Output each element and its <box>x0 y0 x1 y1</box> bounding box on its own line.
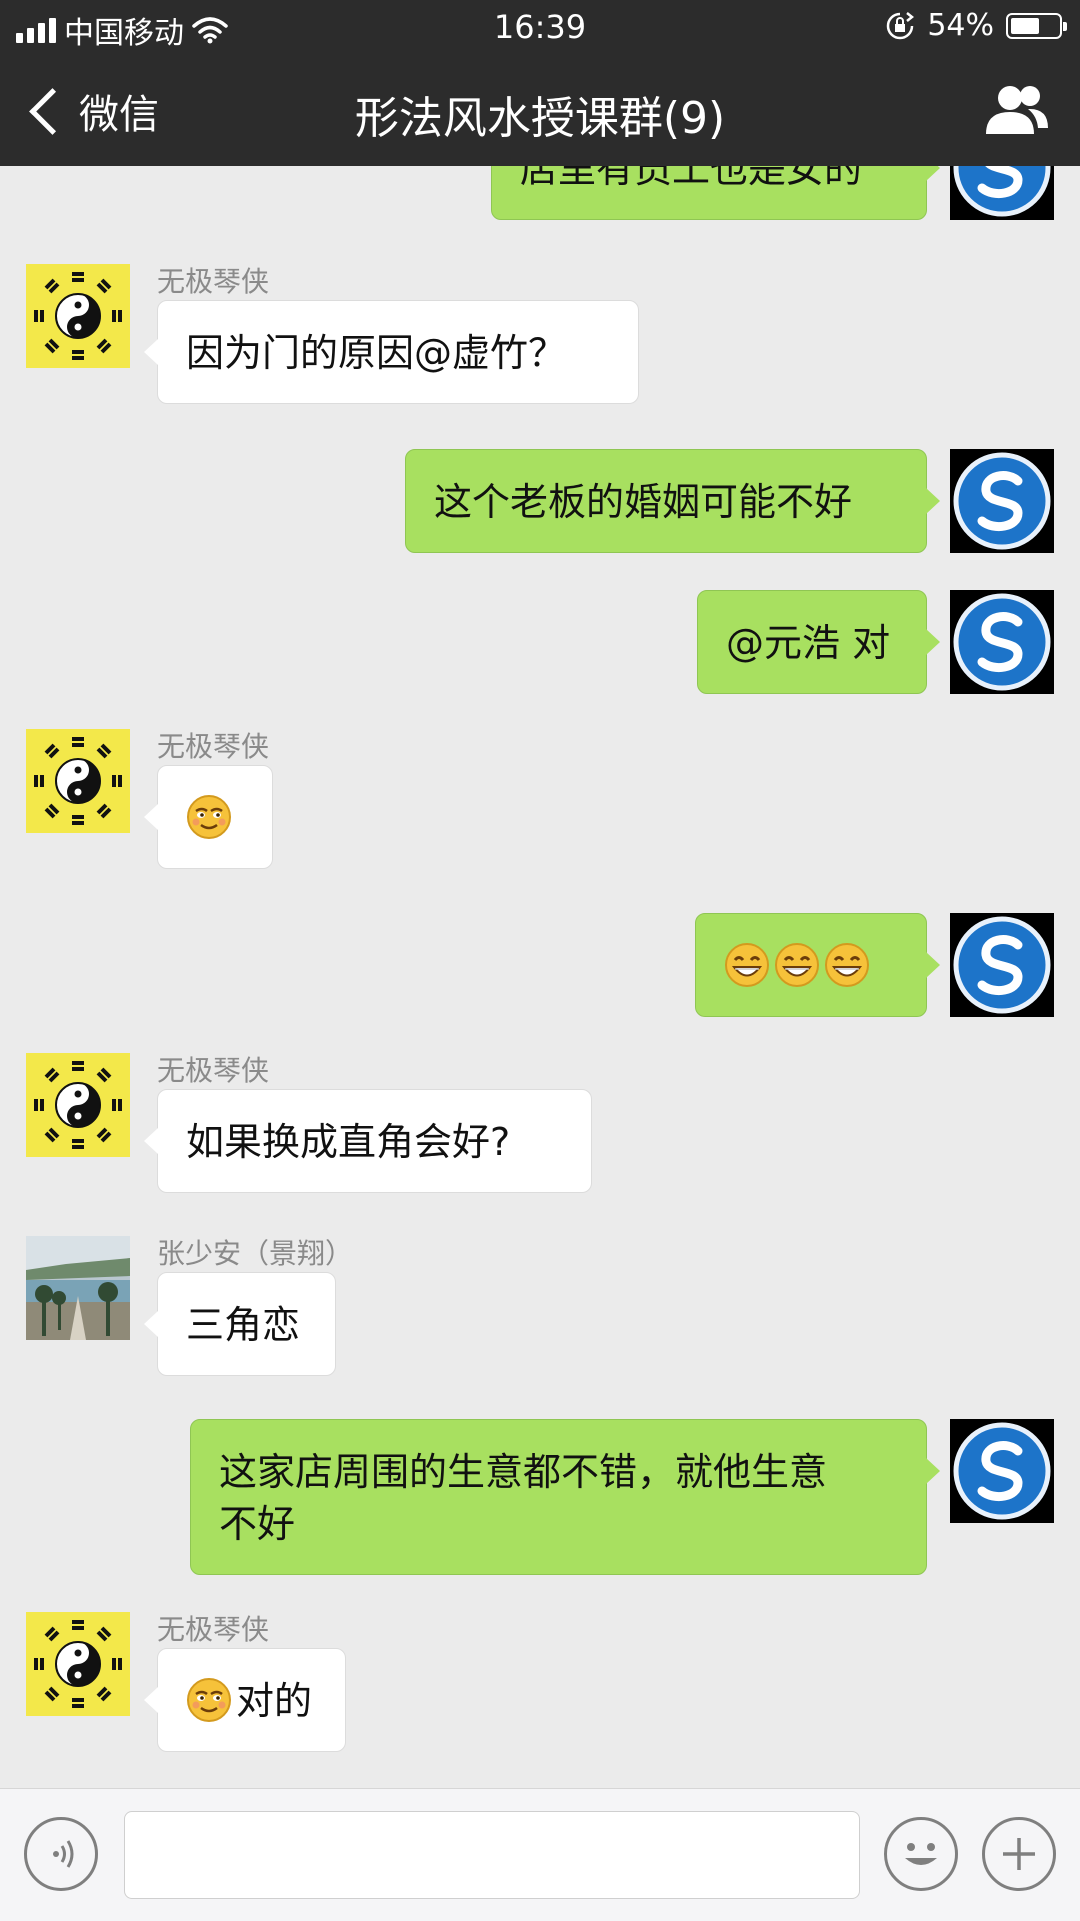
message-line: 这家店周围的生意都不错，就他生意 <box>219 1450 828 1494</box>
message-bubble[interactable]: @元浩 对 <box>697 590 940 694</box>
message-bubble[interactable] <box>695 913 940 1017</box>
message-bubble[interactable]: 如果换成直角会好? <box>144 1089 592 1193</box>
sender-avatar[interactable] <box>26 1236 130 1340</box>
input-bar <box>0 1788 1080 1921</box>
sender-avatar[interactable] <box>26 264 130 368</box>
top-bar: 中国移动 16:39 54% 微信 形法风水授课群(9) <box>0 0 1080 166</box>
message-bubble[interactable]: 店里有员工也是女的 <box>491 166 940 220</box>
smirk-emoji-icon <box>186 794 232 840</box>
sender-name: 无极琴侠 <box>157 265 270 298</box>
sender-avatar[interactable] <box>26 729 130 833</box>
plus-icon <box>1003 1838 1035 1870</box>
message-bubble[interactable]: 这家店周围的生意都不错，就他生意 不好 <box>190 1419 940 1575</box>
emoji-button[interactable] <box>884 1817 958 1891</box>
battery-percent: 54% <box>927 8 994 43</box>
sender-avatar[interactable] <box>26 1612 130 1716</box>
message-text: 对的 <box>236 1679 313 1723</box>
message-line: 不好 <box>219 1502 296 1546</box>
status-bar: 中国移动 16:39 54% <box>0 0 1080 54</box>
sender-name: 无极琴侠 <box>157 1613 270 1646</box>
voice-icon <box>53 1840 74 1868</box>
grin-emoji-icon <box>774 942 820 988</box>
sender-name: 张少安（景翔） <box>157 1237 354 1270</box>
self-avatar[interactable] <box>950 449 1054 553</box>
message-bubble[interactable]: 对的 <box>144 1648 346 1752</box>
battery-icon <box>1006 12 1067 39</box>
more-button[interactable] <box>982 1817 1056 1891</box>
voice-button[interactable] <box>24 1817 98 1891</box>
message-bubble[interactable] <box>144 765 273 869</box>
chat-area[interactable]: 店里有员工也是女的 无极琴侠 因为门的原因@虚竹？ 这个老板的婚姻可能不好 @元… <box>0 166 1080 1788</box>
sender-name: 无极琴侠 <box>157 730 270 763</box>
grin-emoji-icon <box>724 942 770 988</box>
self-avatar[interactable] <box>950 913 1054 1017</box>
message-bubble[interactable]: 因为门的原因@虚竹？ <box>144 300 639 404</box>
self-avatar[interactable] <box>950 166 1054 220</box>
smirk-emoji-icon <box>186 1677 232 1723</box>
chat-title: 形法风水授课群(9) <box>354 93 726 144</box>
sender-avatar[interactable] <box>26 1053 130 1157</box>
message-bubble[interactable]: 三角恋 <box>144 1272 336 1376</box>
grin-emoji-icon <box>824 942 870 988</box>
self-avatar[interactable] <box>950 590 1054 694</box>
nav-bar: 微信 形法风水授课群(9) <box>0 54 1080 166</box>
message-input[interactable] <box>124 1811 860 1899</box>
message-bubble[interactable]: 这个老板的婚姻可能不好 <box>405 449 940 553</box>
sender-name: 无极琴侠 <box>157 1054 270 1087</box>
self-avatar[interactable] <box>950 1419 1054 1523</box>
lock-rotation-icon <box>887 11 915 39</box>
emoji-icon <box>905 1843 937 1865</box>
group-members-icon[interactable] <box>982 82 1052 138</box>
